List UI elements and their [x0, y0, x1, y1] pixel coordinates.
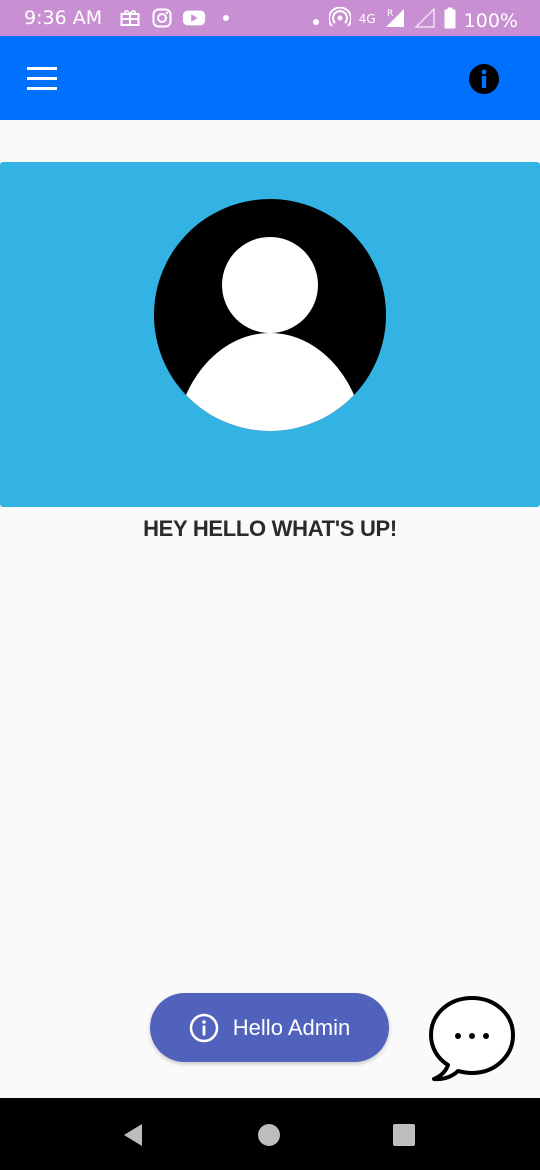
- youtube-icon: [182, 7, 206, 29]
- system-icons: 4G R 100%: [311, 6, 518, 34]
- info-outline-icon: [189, 1013, 219, 1043]
- avatar-placeholder-icon: [153, 198, 387, 432]
- info-icon[interactable]: [466, 61, 502, 97]
- recents-square-icon[interactable]: [387, 1118, 421, 1152]
- roaming-indicator: R: [387, 9, 393, 19]
- gift-icon: [118, 7, 142, 29]
- notification-icons: [118, 7, 238, 29]
- hello-admin-label: Hello Admin: [232, 1014, 351, 1040]
- back-triangle-icon[interactable]: [116, 1118, 150, 1152]
- hello-admin-button[interactable]: Hello Admin: [150, 993, 389, 1062]
- profile-banner: [0, 162, 540, 507]
- signal-empty-icon: [413, 7, 436, 34]
- status-time: 9:36 AM: [24, 7, 103, 29]
- battery-icon: [444, 7, 456, 34]
- status-bar: 9:36 AM 4G R 100%: [0, 0, 540, 36]
- signal-icon: R: [384, 7, 406, 34]
- navigation-bar: [0, 1098, 540, 1170]
- hamburger-menu-icon[interactable]: [22, 60, 62, 96]
- hotspot-icon: [327, 6, 352, 34]
- greeting-text: HEY HELLO WHAT'S UP!: [143, 516, 397, 541]
- battery-percentage: 100%: [463, 9, 518, 32]
- app-bar: [0, 36, 540, 120]
- home-circle-icon[interactable]: [252, 1118, 286, 1152]
- app-screen: 9:36 AM 4G R 100% HEY HELLO WHAT'S UP! H…: [0, 0, 540, 1170]
- dot-icon: [311, 10, 321, 32]
- instagram-icon: [150, 7, 174, 29]
- network-type-label: 4G: [358, 11, 376, 26]
- chat-bubble-icon[interactable]: [428, 994, 518, 1082]
- dot-icon: [214, 7, 238, 29]
